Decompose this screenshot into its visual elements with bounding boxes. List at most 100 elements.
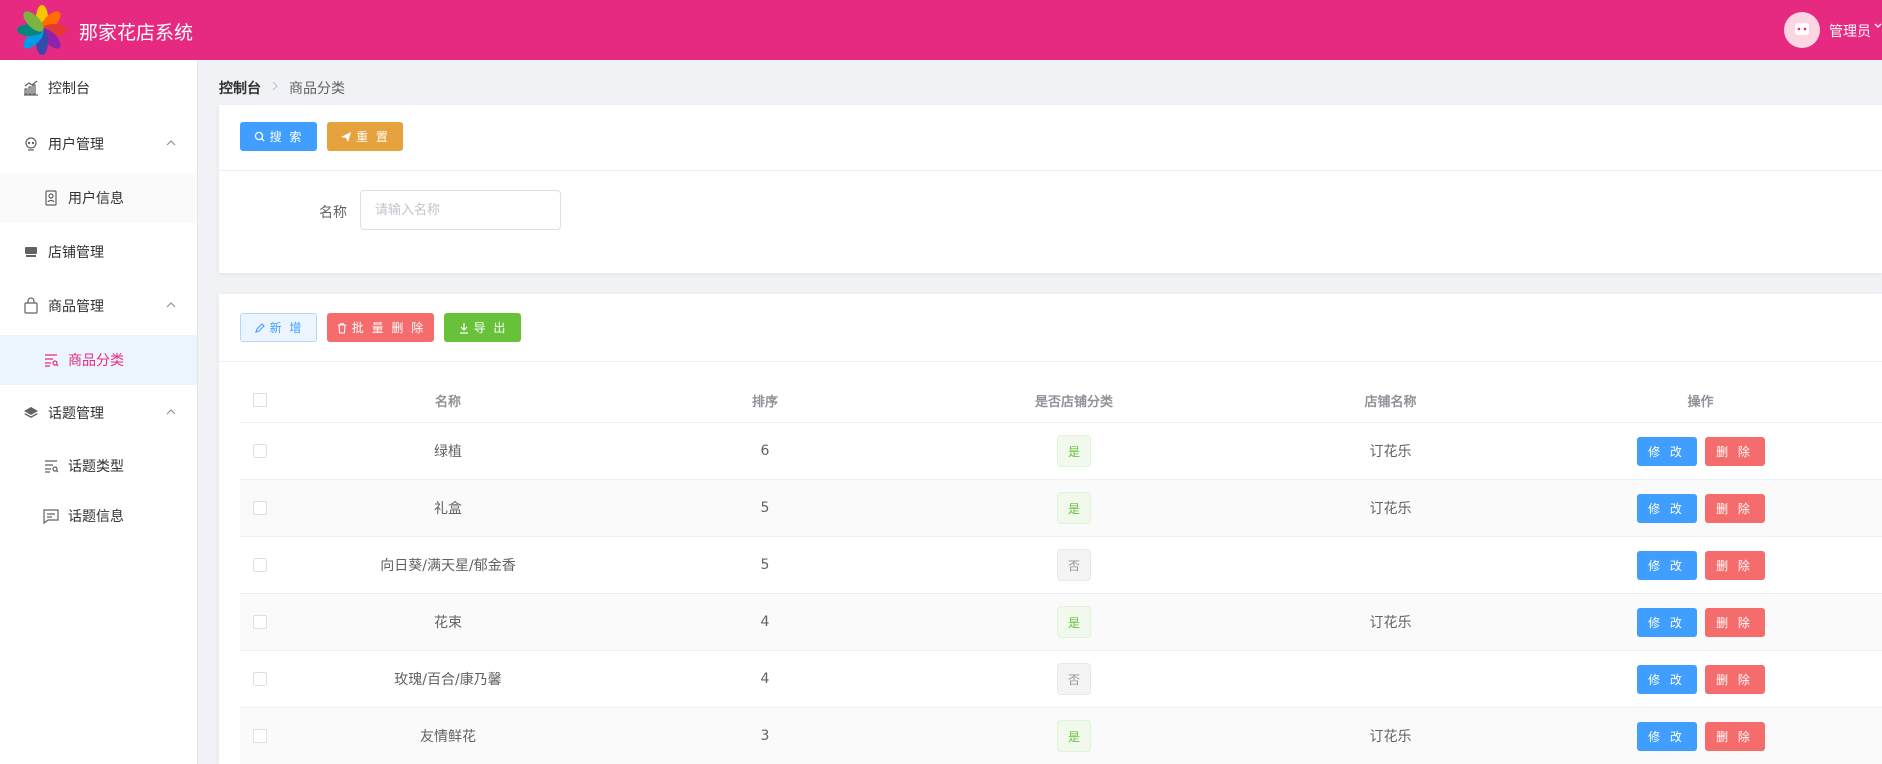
name-search-input[interactable] [360,190,561,230]
status-badge: 是 [1057,492,1091,524]
select-all-cell [240,378,280,422]
sidebar-item-topic-management[interactable]: 话题管理 [0,388,197,438]
store-icon [22,243,40,261]
edit-button[interactable]: 修 改 [1636,493,1697,523]
cell-actions: 修 改删 除 [1547,594,1854,650]
row-select-cell [240,537,280,593]
breadcrumb-home[interactable]: 控制台 [219,78,261,98]
app-title: 那家花店系统 [79,22,194,44]
export-button-label: 导 出 [473,321,508,335]
chevron-up-icon [165,406,177,422]
sidebar-item-product-category[interactable]: 商品分类 [0,335,197,385]
column-header-actions: 操作 [1687,394,1714,410]
row-checkbox[interactable] [253,558,267,572]
chevron-right-icon [270,80,280,96]
delete-button[interactable]: 删 除 [1704,721,1765,751]
list-icon [42,351,60,369]
reset-button[interactable]: 重 置 [327,122,403,151]
cell-name: 礼盒 [434,501,462,517]
row-checkbox[interactable] [253,501,267,515]
sidebar-item-label: 商品分类 [68,353,124,369]
cell-shop-name: 订花乐 [1369,729,1412,745]
status-badge: 否 [1057,663,1091,695]
layers-icon [22,404,40,422]
sidebar-item-store-management[interactable]: 店铺管理 [0,227,197,277]
cell-actions: 修 改删 除 [1547,708,1854,764]
delete-button[interactable]: 删 除 [1704,664,1765,694]
cell-sort: 6 [760,443,770,459]
row-select-cell [240,651,280,707]
delete-button[interactable]: 删 除 [1704,607,1765,637]
sidebar-item-topic-type[interactable]: 话题类型 [0,441,197,491]
cell-sort: 5 [760,500,770,516]
list-icon [42,457,60,475]
name-field-label: 名称 [319,205,347,221]
sidebar-item-product-management[interactable]: 商品管理 [0,281,197,331]
cell-shop-name [1234,651,1547,707]
cell-is-shop-category: 是 [914,423,1234,479]
breadcrumb: 控制台 商品分类 [219,78,345,98]
cell-sort: 4 [760,614,770,630]
avatar[interactable] [1784,12,1820,48]
table-card: 新 增 批 量 删 除 导 出 名称 排序 是否店铺分类 店铺名称 操作 绿植 6… [219,294,1882,764]
table-row: 向日葵/满天星/郁金香 5 否 修 改删 除 [240,537,1882,594]
row-checkbox[interactable] [253,444,267,458]
search-button[interactable]: 搜 索 [240,122,317,151]
delete-button[interactable]: 删 除 [1704,493,1765,523]
send-icon [341,131,352,142]
cell-name: 友情鲜花 [420,729,476,745]
row-select-cell [240,423,280,479]
export-button[interactable]: 导 出 [444,313,521,342]
status-badge: 是 [1057,606,1091,638]
column-header-name: 名称 [434,394,461,410]
delete-button[interactable]: 删 除 [1704,436,1765,466]
sidebar: 控制台 用户管理 用户信息 店铺管理 商品管理 商品分类 话题管理 话题类型 话… [0,60,198,764]
cell-sort: 5 [760,557,770,573]
table-body: 绿植 6 是订花乐修 改删 除礼盒 5 是订花乐修 改删 除向日葵/满天星/郁金香 5 否修… [240,423,1882,764]
breadcrumb-current: 商品分类 [289,81,345,97]
row-select-cell [240,480,280,536]
batch-delete-button[interactable]: 批 量 删 除 [327,313,434,342]
search-button-label: 搜 索 [269,130,304,144]
chevron-up-icon [165,137,177,153]
sidebar-item-dashboard[interactable]: 控制台 [0,63,197,113]
table-header: 名称 排序 是否店铺分类 店铺名称 操作 [240,378,1882,423]
status-badge: 是 [1057,720,1091,752]
edit-button[interactable]: 修 改 [1636,664,1697,694]
edit-button[interactable]: 修 改 [1636,721,1697,751]
sidebar-item-topic-info[interactable]: 话题信息 [0,491,197,541]
row-checkbox[interactable] [253,672,267,686]
edit-button[interactable]: 修 改 [1636,436,1697,466]
table-row: 绿植 6 是 订花乐 修 改删 除 [240,423,1882,480]
select-all-checkbox[interactable] [253,393,267,407]
cell-actions: 修 改删 除 [1547,537,1854,593]
edit-button[interactable]: 修 改 [1636,550,1697,580]
table-row: 友情鲜花 3 是 订花乐 修 改删 除 [240,708,1882,764]
cell-is-shop-category: 是 [914,480,1234,536]
edit-icon [254,322,265,333]
row-checkbox[interactable] [253,729,267,743]
search-icon [254,131,265,142]
sidebar-item-label: 用户管理 [48,137,104,153]
sidebar-item-user-management[interactable]: 用户管理 [0,119,197,169]
sidebar-item-user-info[interactable]: 用户信息 [0,173,197,223]
row-checkbox[interactable] [253,615,267,629]
shopping-bag-icon [22,297,40,315]
user-card-icon [42,189,60,207]
add-button[interactable]: 新 增 [240,313,317,342]
cell-shop-name: 订花乐 [1369,444,1412,460]
user-icon [22,135,40,153]
chevron-down-icon[interactable] [1874,19,1882,36]
status-badge: 否 [1057,549,1091,581]
delete-button[interactable]: 删 除 [1704,550,1765,580]
row-select-cell [240,594,280,650]
edit-button[interactable]: 修 改 [1636,607,1697,637]
column-header-shop-name: 店铺名称 [1364,394,1417,410]
chart-icon [22,79,40,97]
status-badge: 是 [1057,435,1091,467]
table-row: 礼盒 5 是 订花乐 修 改删 除 [240,480,1882,537]
user-name[interactable]: 管理员 [1829,21,1871,41]
cell-name: 花束 [434,615,462,631]
cell-is-shop-category: 是 [914,594,1234,650]
divider [219,170,1882,171]
